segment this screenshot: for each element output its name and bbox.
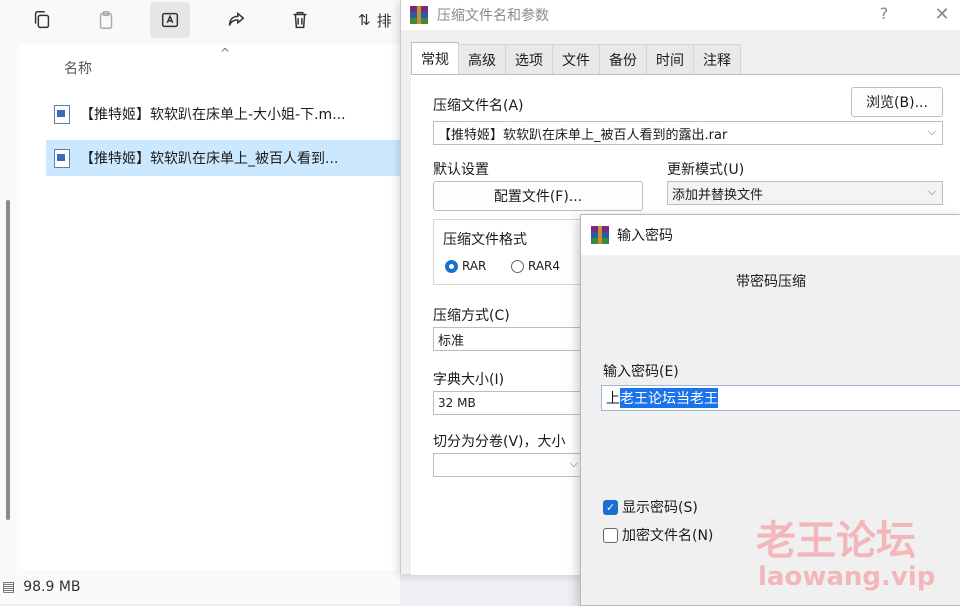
password-heading: 带密码压缩 [736,274,806,290]
winrar-icon [410,6,428,24]
archive-name-label: 压缩文件名(A) [433,98,524,114]
browse-button[interactable]: 浏览(B)... [851,87,943,117]
format-rar4-radio[interactable]: RAR4 [511,259,560,273]
file-row-selected[interactable]: 【推特姬】软软趴在床单上_被百人看到... [46,140,400,176]
update-mode-value: 添加并替换文件 [672,187,764,203]
encrypt-file-names-label: 加密文件名(N) [622,528,714,544]
compression-method-label: 压缩方式(C) [433,308,510,324]
file-list: ^ 名称 【推特姬】软软趴在床单上-大小姐-下.m... 【推特姬】软软趴在床单… [20,44,400,570]
tab-time[interactable]: 时间 [646,44,694,75]
archive-name-value: 【推特姬】软软趴在床单上_被百人看到的露出.rar [438,127,728,143]
delete-icon[interactable] [280,2,320,38]
paste-icon[interactable] [86,2,126,38]
video-file-icon [54,104,70,124]
tab-comment[interactable]: 注释 [693,44,741,75]
dialog-title-bar: 压缩文件名和参数 ? ✕ [401,0,960,30]
dictionary-size-value: 32 MB [438,396,476,410]
status-size: 98.9 MB [23,579,81,595]
tab-files[interactable]: 文件 [552,44,600,75]
video-file-icon [54,148,70,168]
column-header-name[interactable]: 名称 [64,58,92,78]
watermark-logo-text: 老王论坛 [756,517,916,564]
password-text-selected: 老王论坛当老王 [620,388,718,408]
sort-label: 排 [376,11,392,30]
winrar-icon [591,226,609,244]
split-volumes-select[interactable]: ⌵ [433,453,585,477]
compression-method-value: 标准 [438,333,465,349]
share-icon[interactable] [216,2,256,38]
encrypt-file-names-checkbox[interactable]: 加密文件名(N) [603,525,713,545]
radio-selected-icon [445,259,458,273]
format-rar-label: RAR [462,259,487,273]
copy-icon[interactable] [22,2,62,38]
archive-format-label: 压缩文件格式 [443,232,527,248]
status-bar: ▤ 98.9 MB [0,570,400,604]
checkbox-unchecked-icon [603,527,618,543]
file-row[interactable]: 【推特姬】软软趴在床单上-大小姐-下.m... [46,96,400,132]
tab-general[interactable]: 常规 [411,42,459,75]
chevron-down-icon[interactable]: ⌵ [928,125,936,139]
password-dialog-title-bar: 输入密码 [581,215,960,255]
checkbox-checked-icon: ✓ [603,499,618,515]
details-view-icon[interactable]: ▤ [2,579,15,595]
tab-backup[interactable]: 备份 [599,44,647,75]
chevron-down-icon[interactable]: ⌵ [928,185,936,199]
default-settings-label: 默认设置 [433,162,489,178]
password-text-prefix: 上 [606,391,620,407]
format-rar-radio[interactable]: RAR [445,259,486,273]
split-volumes-label: 切分为分卷(V)，大小 [433,434,566,450]
show-password-label: 显示密码(S) [622,500,698,516]
close-button[interactable]: ✕ [931,4,953,26]
watermark-url: laowang.vip [758,562,936,592]
file-name: 【推特姬】软软趴在床单上-大小姐-下.m... [80,107,346,123]
archive-name-input[interactable]: 【推特姬】软软趴在床单上_被百人看到的露出.rar ⌵ [433,121,943,145]
explorer-scrollbar[interactable] [6,200,10,520]
sort-icon: ⇅ [358,11,371,29]
sort-button[interactable]: ⇅ 排 [358,2,392,38]
radio-unselected-icon [511,259,524,273]
rename-icon[interactable] [150,2,190,38]
sort-caret-icon: ^ [220,46,231,60]
password-field-label: 输入密码(E) [603,364,679,380]
dictionary-size-select[interactable]: 32 MB [433,391,593,415]
tab-advanced[interactable]: 高级 [458,44,506,75]
help-button[interactable]: ? [873,4,895,26]
show-password-checkbox[interactable]: ✓ 显示密码(S) [603,497,698,517]
update-mode-label: 更新模式(U) [667,162,745,178]
chevron-down-icon[interactable]: ⌵ [570,457,578,471]
compression-method-select[interactable]: 标准 [433,327,593,351]
tab-options[interactable]: 选项 [505,44,553,75]
dictionary-size-label: 字典大小(I) [433,372,505,388]
password-input[interactable]: 上老王论坛当老王 [601,385,960,411]
file-explorer: ⇅ 排 ^ 名称 【推特姬】软软趴在床单上-大小姐-下.m... 【推特姬】软软… [0,0,400,604]
profiles-button[interactable]: 配置文件(F)... [433,181,643,211]
explorer-toolbar: ⇅ 排 [0,0,400,44]
password-dialog-title: 输入密码 [617,228,673,244]
update-mode-select[interactable]: 添加并替换文件 ⌵ [667,181,943,205]
format-rar4-label: RAR4 [528,259,561,273]
dialog-tabs: 常规 高级 选项 文件 备份 时间 注释 [411,42,741,75]
file-name: 【推特姬】软软趴在床单上_被百人看到... [80,151,339,167]
dialog-title: 压缩文件名和参数 [437,8,549,24]
